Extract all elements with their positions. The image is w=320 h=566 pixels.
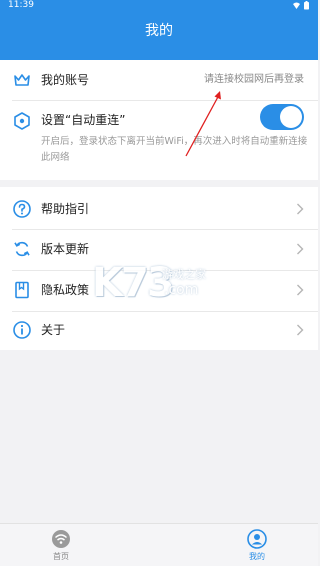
toggle-knob [280, 106, 302, 128]
bottom-nav: 首页 我的 [0, 523, 318, 566]
book-icon [15, 281, 29, 299]
user-icon [247, 529, 267, 549]
tab-home[interactable]: 首页 [31, 524, 91, 566]
menu-item-help[interactable]: 帮助指引 [0, 189, 318, 229]
refresh-icon [14, 241, 30, 257]
account-status: 请连接校园网后再登录 [204, 74, 304, 85]
auto-reconnect-label: 设置“自动重连” [41, 113, 126, 127]
status-bar: 11:39 [0, 0, 318, 12]
menu-item-about[interactable]: 关于 [0, 312, 318, 350]
menu-item-label: 关于 [41, 323, 66, 337]
auto-reconnect-description: 开启后，登录状态下离开当前WiFi，再次进入时将自动重新连接此网络 [41, 136, 308, 163]
wifi-icon [52, 530, 70, 548]
watermark-domain: .com [164, 282, 199, 298]
tab-label: 我的 [249, 552, 265, 561]
crown-icon [14, 74, 30, 86]
site-watermark: K73 游戏之家 .com [92, 260, 242, 310]
page-title: 我的 [145, 23, 173, 39]
tab-mine[interactable]: 我的 [227, 524, 287, 566]
chevron-right-icon [297, 203, 304, 215]
chevron-right-icon [297, 324, 304, 336]
menu-item-label: 隐私政策 [41, 283, 90, 297]
menu-item-label: 帮助指引 [41, 202, 90, 216]
help-circle-icon [13, 200, 31, 218]
chevron-right-icon [297, 284, 304, 296]
tab-label: 首页 [53, 552, 69, 561]
hexagon-icon [14, 112, 30, 130]
info-icon [13, 321, 31, 339]
watermark-site: 游戏之家 [162, 268, 206, 281]
auto-reconnect-toggle[interactable] [260, 104, 304, 130]
menu-item-label: 版本更新 [41, 242, 90, 256]
status-time: 11:39 [8, 0, 34, 10]
watermark-brand: K73 [92, 260, 175, 306]
chevron-right-icon [297, 243, 304, 255]
account-label: 我的账号 [41, 73, 90, 87]
app-header: 11:39 我的 [0, 0, 318, 60]
account-row[interactable]: 我的账号 请连接校园网后再登录 [0, 60, 318, 100]
wifi-battery-icon [293, 1, 309, 10]
